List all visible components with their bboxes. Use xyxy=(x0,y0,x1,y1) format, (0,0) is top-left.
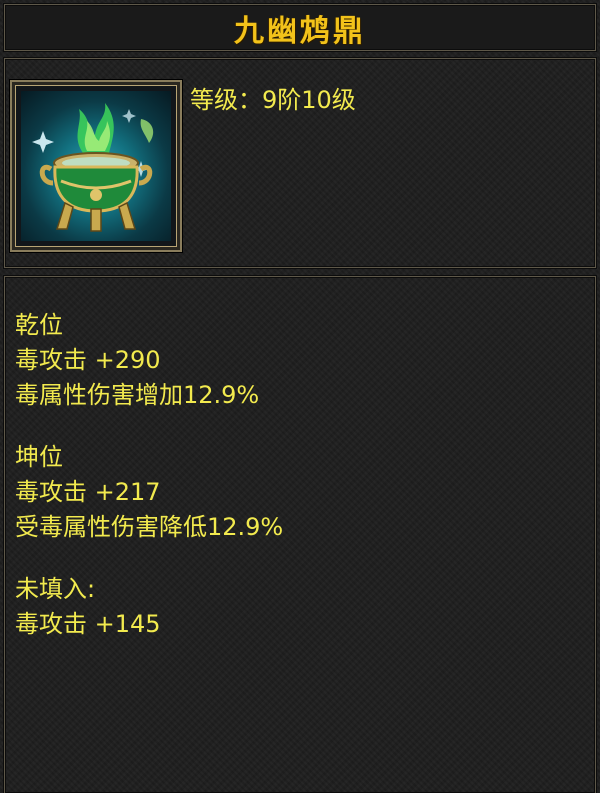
section-title-unfilled: 未填入: xyxy=(15,575,96,603)
level-value: 9阶10级 xyxy=(262,86,356,114)
item-level: 等级：9阶10级 xyxy=(190,84,356,116)
stats-list: 乾位 毒攻击 +290 毒属性伤害增加12.9% 坤位 毒攻击 +217 受毒属… xyxy=(15,308,585,642)
stat-line: 毒攻击 +217 xyxy=(15,478,161,506)
item-name: 九幽鸩鼎 xyxy=(234,14,366,49)
item-icon-frame xyxy=(10,80,182,252)
section-title-qian: 乾位 xyxy=(15,311,63,339)
poison-cauldron-icon xyxy=(21,91,171,241)
section-title-kun: 坤位 xyxy=(15,443,63,471)
stat-line: 毒攻击 +290 xyxy=(15,346,161,374)
item-tooltip: 九幽鸩鼎 等级：9阶10级 乾位 毒攻击 +290 毒属性伤害增加12.9% 坤… xyxy=(0,0,600,793)
stat-line: 受毒属性伤害降低12.9% xyxy=(15,513,284,541)
level-label: 等级： xyxy=(190,86,262,114)
stat-line: 毒攻击 +145 xyxy=(15,610,161,638)
stat-line: 毒属性伤害增加12.9% xyxy=(15,381,260,409)
